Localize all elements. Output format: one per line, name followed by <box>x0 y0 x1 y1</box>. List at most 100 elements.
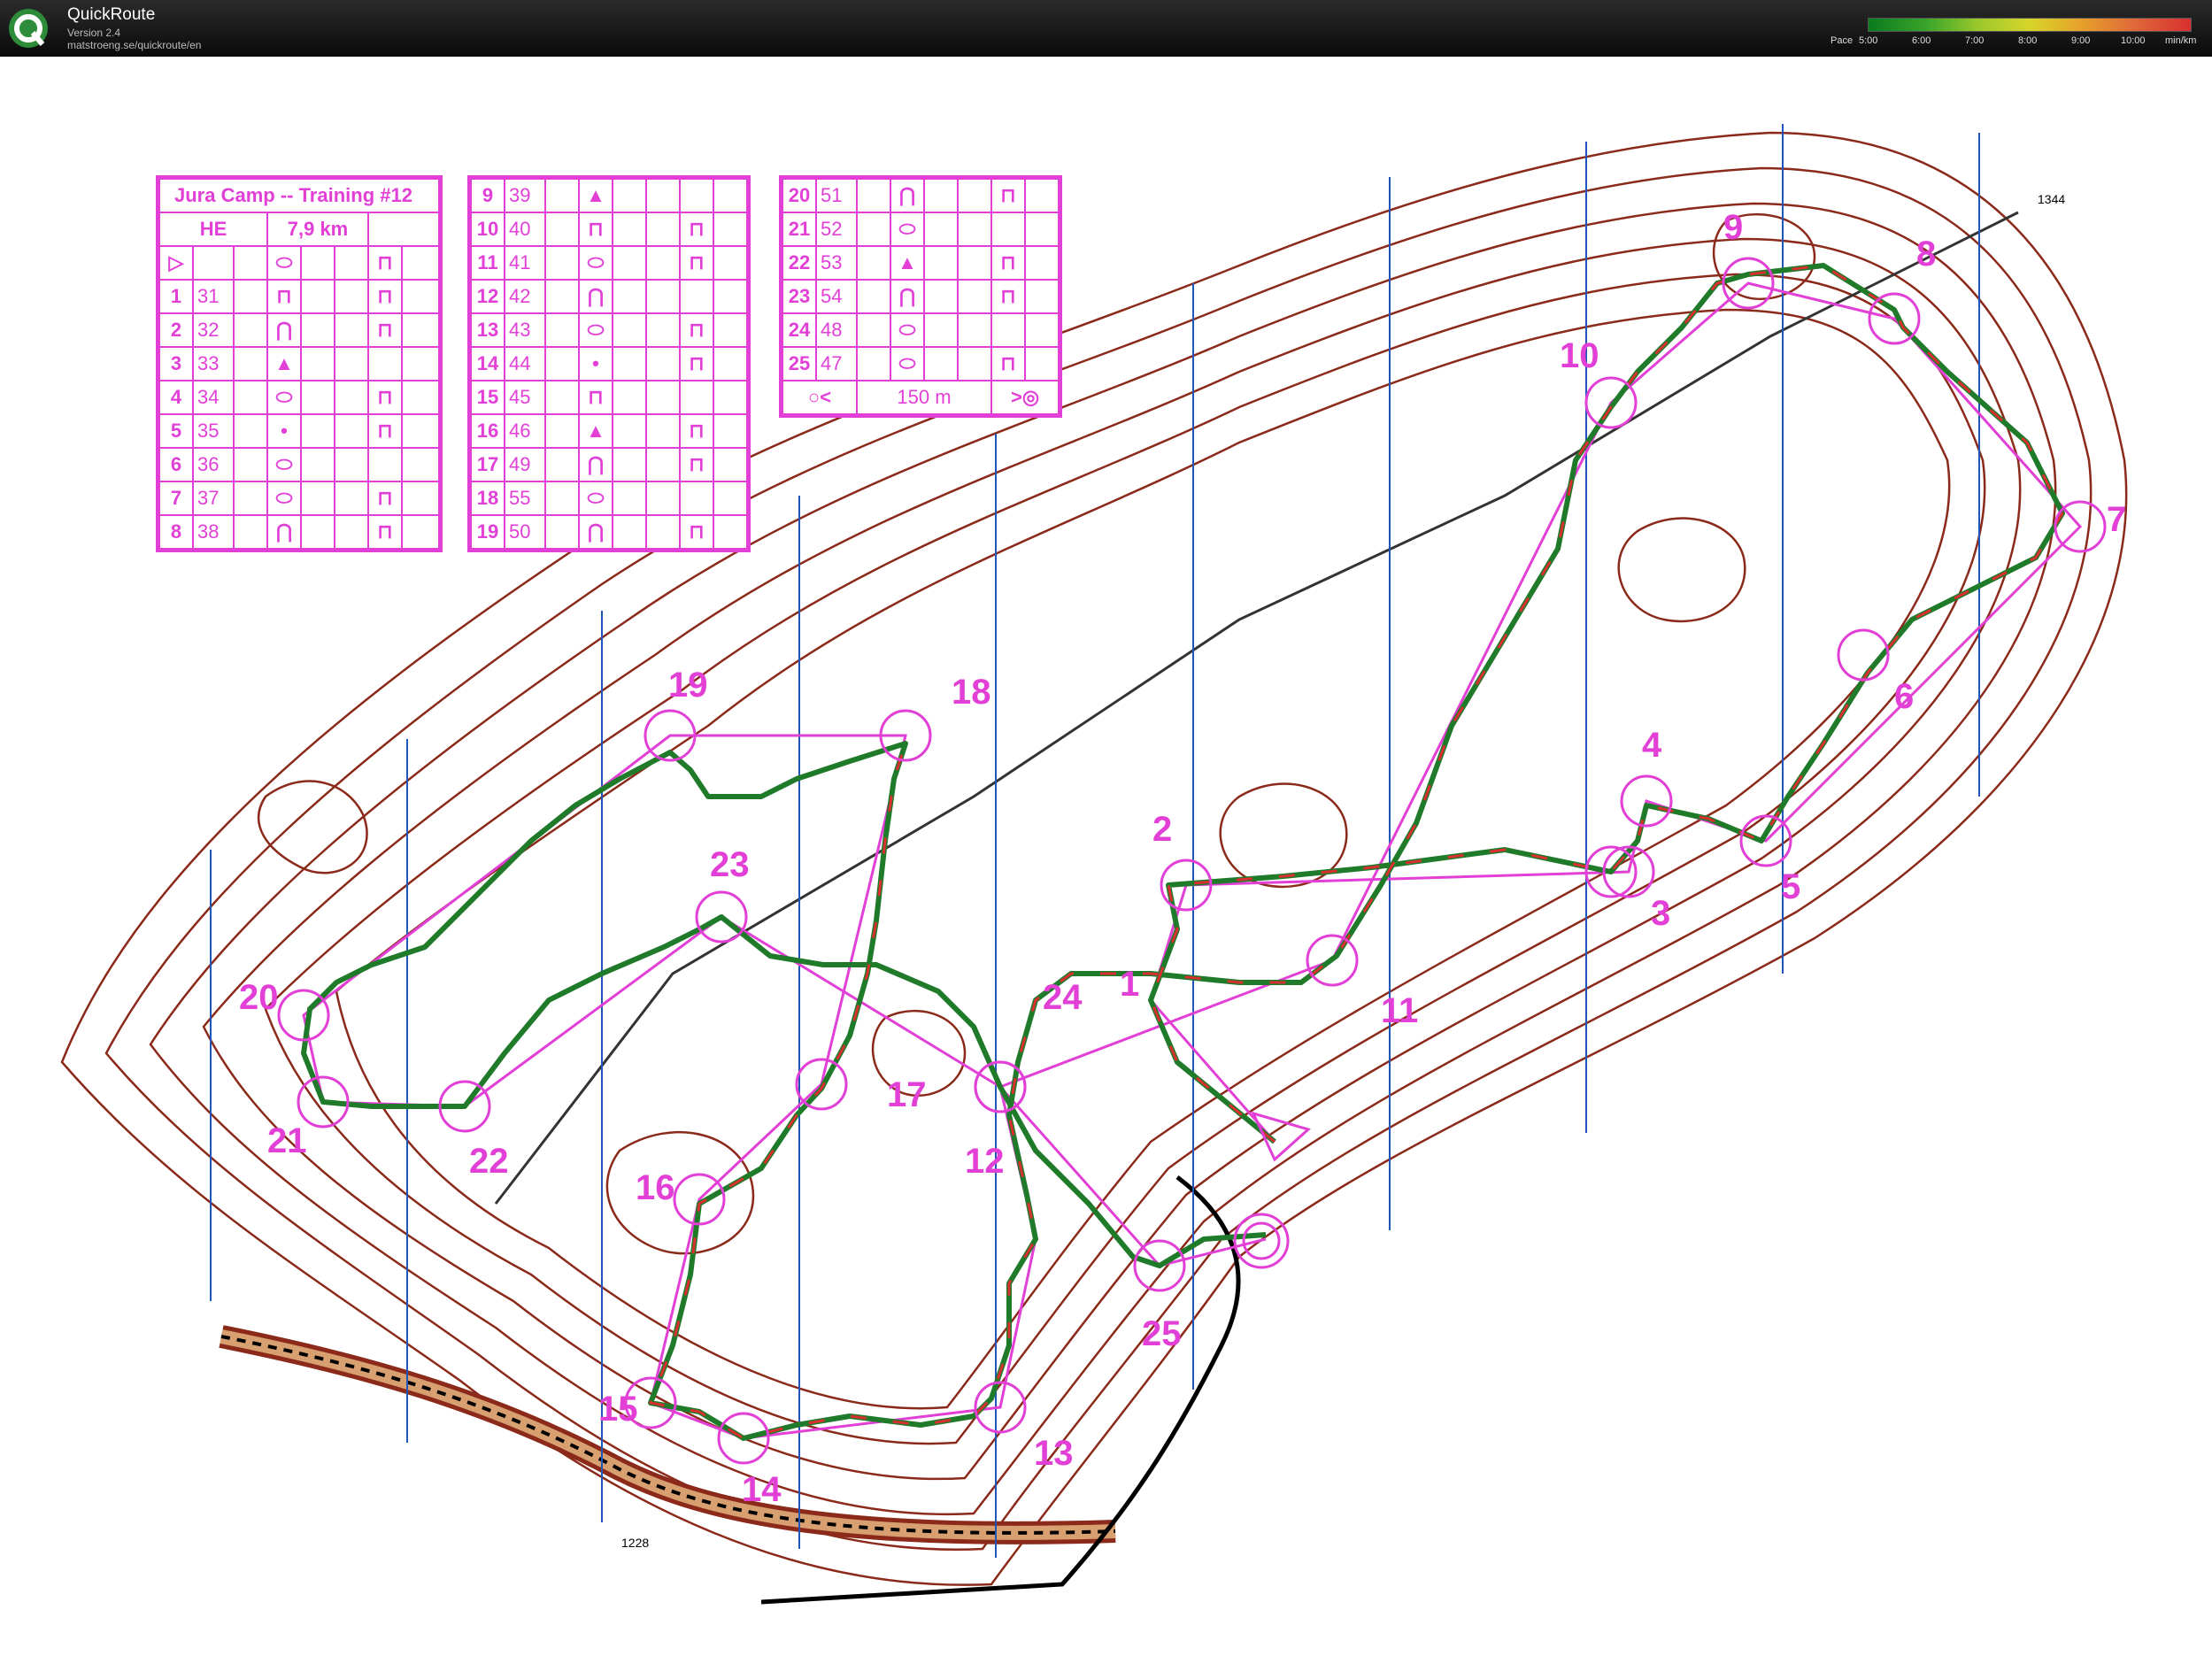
control-label: 6 <box>1894 677 1914 716</box>
control-label: 16 <box>636 1168 675 1207</box>
feature-symbol-icon: ▲ <box>578 178 613 213</box>
control-number: 2 <box>158 312 194 348</box>
control-code: 37 <box>192 481 235 516</box>
feature-symbol-icon: ⬭ <box>578 481 613 516</box>
description-row: 19 50 ⋂ ⊓ <box>470 514 748 550</box>
control-number: 19 <box>470 514 505 550</box>
control-number: 23 <box>782 279 817 314</box>
control-label: 17 <box>887 1075 927 1114</box>
description-row: 5 35 • ⊓ <box>158 413 440 449</box>
control-label: 11 <box>1381 991 1418 1030</box>
position-icon: ⊓ <box>990 346 1026 381</box>
control-label: 2 <box>1152 810 1172 849</box>
control-number: 17 <box>470 447 505 482</box>
control-label: 15 <box>598 1390 638 1429</box>
title-bar: QuickRoute Version 2.4 matstroeng.se/qui… <box>0 0 2212 57</box>
control-code: 47 <box>815 346 858 381</box>
control-code: 45 <box>504 380 546 415</box>
description-sheet-panel-2: 9 39 ▲ 10 40 ⊓ ⊓ 11 41 ⬭ ⊓ 12 42 ⋂ 13 43 ⬭ ⊓ 14 44 • ⊓ 15 45 ⊓ 16… <box>467 175 751 552</box>
feature-symbol-icon: ⊓ <box>266 279 302 314</box>
control-number: 3 <box>158 346 194 381</box>
control-label: 18 <box>952 673 991 712</box>
feature-symbol-icon: ⬭ <box>266 447 302 482</box>
description-row: 24 48 ⬭ <box>782 312 1060 348</box>
control-number: 25 <box>782 346 817 381</box>
feature-symbol-icon: ▲ <box>266 346 302 381</box>
control-label: 4 <box>1642 726 1662 765</box>
course-category: HE <box>158 212 268 247</box>
control-number: 6 <box>158 447 194 482</box>
description-row: 18 55 ⬭ <box>470 481 748 516</box>
control-code: 46 <box>504 413 546 449</box>
position-icon: ⊓ <box>990 245 1026 281</box>
control-number: 22 <box>782 245 817 281</box>
feature-symbol-icon: ⋂ <box>266 312 302 348</box>
spot-height-label: 1344 <box>2038 192 2065 206</box>
feature-symbol-icon: ⋂ <box>266 514 302 550</box>
spot-height-label: 1228 <box>621 1536 649 1550</box>
position-icon: ⊓ <box>679 447 714 482</box>
control-number: 21 <box>782 212 817 247</box>
control-label: 5 <box>1781 867 1800 906</box>
control-number: 15 <box>470 380 505 415</box>
feature-symbol-icon: • <box>266 413 302 449</box>
description-row: 12 42 ⋂ <box>470 279 748 314</box>
feature-symbol-icon: ▲ <box>578 413 613 449</box>
description-row: 16 46 ▲ ⊓ <box>470 413 748 449</box>
description-row: 7 37 ⬭ ⊓ <box>158 481 440 516</box>
position-icon: ⊓ <box>367 380 403 415</box>
control-number: 18 <box>470 481 505 516</box>
control-code: 51 <box>815 178 858 213</box>
pace-unit: min/km <box>2165 35 2197 46</box>
position-icon: ⊓ <box>990 279 1026 314</box>
control-code: 50 <box>504 514 546 550</box>
description-row: 20 51 ⋂ ⊓ <box>782 178 1060 213</box>
position-icon: ⊓ <box>679 346 714 381</box>
description-row: 21 52 ⬭ <box>782 212 1060 247</box>
control-label: 3 <box>1651 894 1670 933</box>
feature-symbol-icon: ⋂ <box>578 514 613 550</box>
control-code: 33 <box>192 346 235 381</box>
finish-icon: >◎ <box>990 380 1060 415</box>
description-row: 15 45 ⊓ <box>470 380 748 415</box>
pace-label: Pace <box>1830 35 1854 46</box>
control-code: 54 <box>815 279 858 314</box>
pace-tick: 5:00 <box>1859 35 1878 46</box>
description-row: 4 34 ⬭ ⊓ <box>158 380 440 415</box>
description-row: 14 44 • ⊓ <box>470 346 748 381</box>
app-name: QuickRoute <box>67 5 156 24</box>
control-number: 11 <box>470 245 505 281</box>
control-label: 22 <box>469 1142 509 1181</box>
pace-tick: 9:00 <box>2071 35 2091 46</box>
control-label: 8 <box>1916 235 1936 273</box>
control-label: 25 <box>1142 1314 1182 1353</box>
control-label: 24 <box>1043 978 1083 1017</box>
pace-legend: Pace 5:00 6:00 7:00 8:00 9:00 10:00 min/… <box>1823 14 2197 50</box>
position-icon: ⊓ <box>367 413 403 449</box>
control-label: 14 <box>742 1470 782 1509</box>
description-row: 22 53 ▲ ⊓ <box>782 245 1060 281</box>
control-code: 41 <box>504 245 546 281</box>
description-sheet-panel-3: 20 51 ⋂ ⊓ 21 52 ⬭ 22 53 ▲ ⊓ 23 54 ⋂ ⊓ 24 48 ⬭ 25 47 ⬭ ⊓ ○< 15… <box>779 175 1062 418</box>
control-code: 36 <box>192 447 235 482</box>
feature-symbol-icon: ⬭ <box>890 346 925 381</box>
description-row: 1 31 ⊓ ⊓ <box>158 279 440 314</box>
description-row: 23 54 ⋂ ⊓ <box>782 279 1060 314</box>
control-code: 40 <box>504 212 546 247</box>
description-row: 2 32 ⋂ ⊓ <box>158 312 440 348</box>
control-code: 43 <box>504 312 546 348</box>
control-number: 4 <box>158 380 194 415</box>
control-number: 9 <box>470 178 505 213</box>
control-number: 13 <box>470 312 505 348</box>
position-icon: ⊓ <box>367 312 403 348</box>
description-sheet-panel-1: Jura Camp -- Training #12 HE 7,9 km ▷ ⬭ ⊓ … <box>156 175 443 552</box>
feature-symbol-icon: ⋂ <box>890 279 925 314</box>
position-icon: ⊓ <box>679 413 714 449</box>
pace-color-scale <box>1868 18 2192 32</box>
feature-symbol-icon: ⋂ <box>578 447 613 482</box>
position-icon: ⊓ <box>679 514 714 550</box>
control-label: 7 <box>2107 500 2126 539</box>
control-number: 20 <box>782 178 817 213</box>
control-label: 21 <box>267 1121 307 1160</box>
control-code: 55 <box>504 481 546 516</box>
